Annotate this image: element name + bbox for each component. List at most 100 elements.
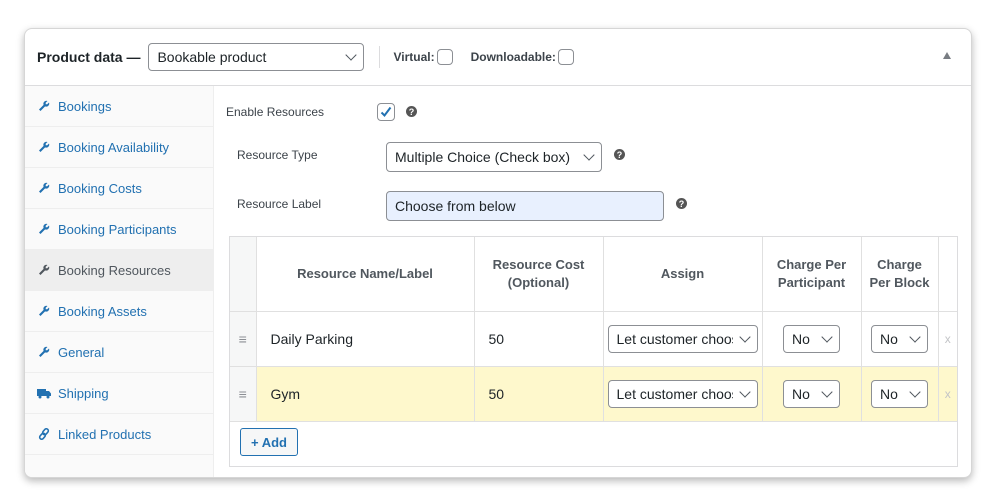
virtual-checkbox[interactable] [436,49,453,65]
per-block-select[interactable]: No [871,380,928,408]
per-block-select[interactable]: No [871,325,928,353]
downloadable-option[interactable]: Downloadable: [471,49,574,65]
chevron-down-icon [738,386,751,398]
per-participant-value: No [792,386,810,402]
chevron-down-icon [345,49,358,61]
sidebar-item-booking-participants[interactable]: Booking Participants [25,209,213,250]
resource-type-label: Resource Type [237,148,318,162]
sidebar-item-label: Booking Costs [58,180,142,196]
chevron-down-icon [738,331,751,343]
assign-cell: Let customer choose [603,311,763,367]
per-block-cell: No [861,366,939,422]
product-data-panel: Product data — Bookable product Virtual:… [24,28,972,478]
per-participant-cell: No [762,311,862,367]
product-data-tabs: Bookings Booking Availability Booking Co… [25,86,214,477]
wrench-icon [37,264,51,276]
per-block-value: No [880,331,898,347]
handle-header [230,237,257,312]
sidebar-item-label: Booking Availability [58,139,170,155]
enable-resources-checkbox[interactable] [377,103,395,121]
chevron-down-icon [821,386,833,398]
chevron-down-icon [909,331,921,343]
drag-handle-icon[interactable]: ≡ [230,311,257,367]
sidebar-item-shipping[interactable]: Shipping [25,373,213,414]
sidebar-item-label: General [58,344,105,360]
column-header-per-participant: Charge Per Participant [762,237,862,312]
column-header-assign: Assign [603,237,763,312]
product-type-select[interactable]: Bookable product [148,43,365,71]
truck-icon [37,388,51,399]
add-resource-button[interactable]: + Add [240,428,298,456]
help-icon[interactable]: ? [406,106,417,117]
table-header-row: Resource Name/Label Resource Cost (Optio… [230,237,957,312]
sidebar-item-booking-assets[interactable]: Booking Assets [25,291,213,332]
sidebar-item-label: Booking Resources [58,262,171,278]
virtual-label: Virtual: [393,50,435,64]
sidebar-item-booking-availability[interactable]: Booking Availability [25,127,213,168]
chevron-down-icon [583,149,595,161]
wrench-icon [37,223,51,235]
wrench-icon [37,305,51,317]
wrench-icon [37,346,51,358]
resource-label-value: Choose from below [395,198,516,214]
resource-cost: 50 [474,311,604,367]
wrench-icon [37,182,51,194]
sidebar-item-linked-products[interactable]: Linked Products [25,414,213,455]
header-divider [379,46,381,68]
link-icon [37,428,51,440]
remove-row-button[interactable]: x [938,311,957,367]
product-data-header: Product data — Bookable product Virtual:… [25,29,971,86]
resource-type-value: Multiple Choice (Check box) [395,149,571,165]
sidebar-item-bookings[interactable]: Bookings [25,86,213,127]
per-participant-value: No [792,331,810,347]
sidebar-item-general[interactable]: General [25,332,213,373]
chevron-down-icon [909,386,921,398]
downloadable-checkbox[interactable] [557,49,574,65]
help-icon[interactable]: ? [614,149,625,160]
sidebar-item-label: Booking Assets [58,303,147,319]
checkmark-icon [380,106,392,118]
assign-select[interactable]: Let customer choose [607,380,758,408]
per-block-value: No [880,386,898,402]
wrench-icon [37,141,51,153]
resource-name: Gym [256,366,475,422]
enable-resources-label: Enable Resources [226,105,325,119]
help-icon[interactable]: ? [676,198,687,209]
sidebar-item-label: Bookings [58,98,112,114]
assign-value: Let customer choose [616,331,733,347]
sidebar-item-booking-resources[interactable]: Booking Resources [25,250,213,291]
table-row: ≡ Daily Parking 50 Let customer choose N… [230,311,957,367]
column-header-per-block: Charge Per Block [861,237,939,312]
resource-label-input[interactable]: Choose from below [386,191,664,221]
per-participant-select[interactable]: No [783,380,840,408]
per-participant-select[interactable]: No [783,325,840,353]
sidebar-item-booking-costs[interactable]: Booking Costs [25,168,213,209]
drag-handle-icon[interactable]: ≡ [230,366,257,422]
downloadable-label: Downloadable: [470,50,556,64]
column-header-name: Resource Name/Label [256,237,475,312]
assign-cell: Let customer choose [603,366,763,422]
remove-header [938,237,957,312]
resource-type-select[interactable]: Multiple Choice (Check box) [386,142,602,172]
sidebar-item-label: Shipping [58,385,109,401]
product-type-value: Bookable product [157,49,267,65]
resources-table: Resource Name/Label Resource Cost (Optio… [229,236,958,467]
sidebar-item-label: Linked Products [58,426,152,442]
remove-row-button[interactable]: x [938,366,957,422]
resource-cost: 50 [474,366,604,422]
collapse-toggle-icon[interactable] [943,52,951,59]
chevron-down-icon [821,331,833,343]
assign-value: Let customer choose [616,386,733,402]
sidebar-item-label: Booking Participants [58,221,177,237]
booking-resources-panel: Enable Resources ? Resource Type Multipl… [214,86,971,477]
table-row: ≡ Gym 50 Let customer choose No [230,366,957,422]
wrench-icon [37,100,51,112]
virtual-option[interactable]: Virtual: [393,49,453,65]
column-header-cost: Resource Cost (Optional) [474,237,604,312]
assign-select[interactable]: Let customer choose [607,325,758,353]
per-block-cell: No [861,311,939,367]
per-participant-cell: No [762,366,862,422]
resource-name: Daily Parking [256,311,475,367]
product-data-title: Product data — [37,49,141,65]
resource-label-label: Resource Label [237,197,322,211]
